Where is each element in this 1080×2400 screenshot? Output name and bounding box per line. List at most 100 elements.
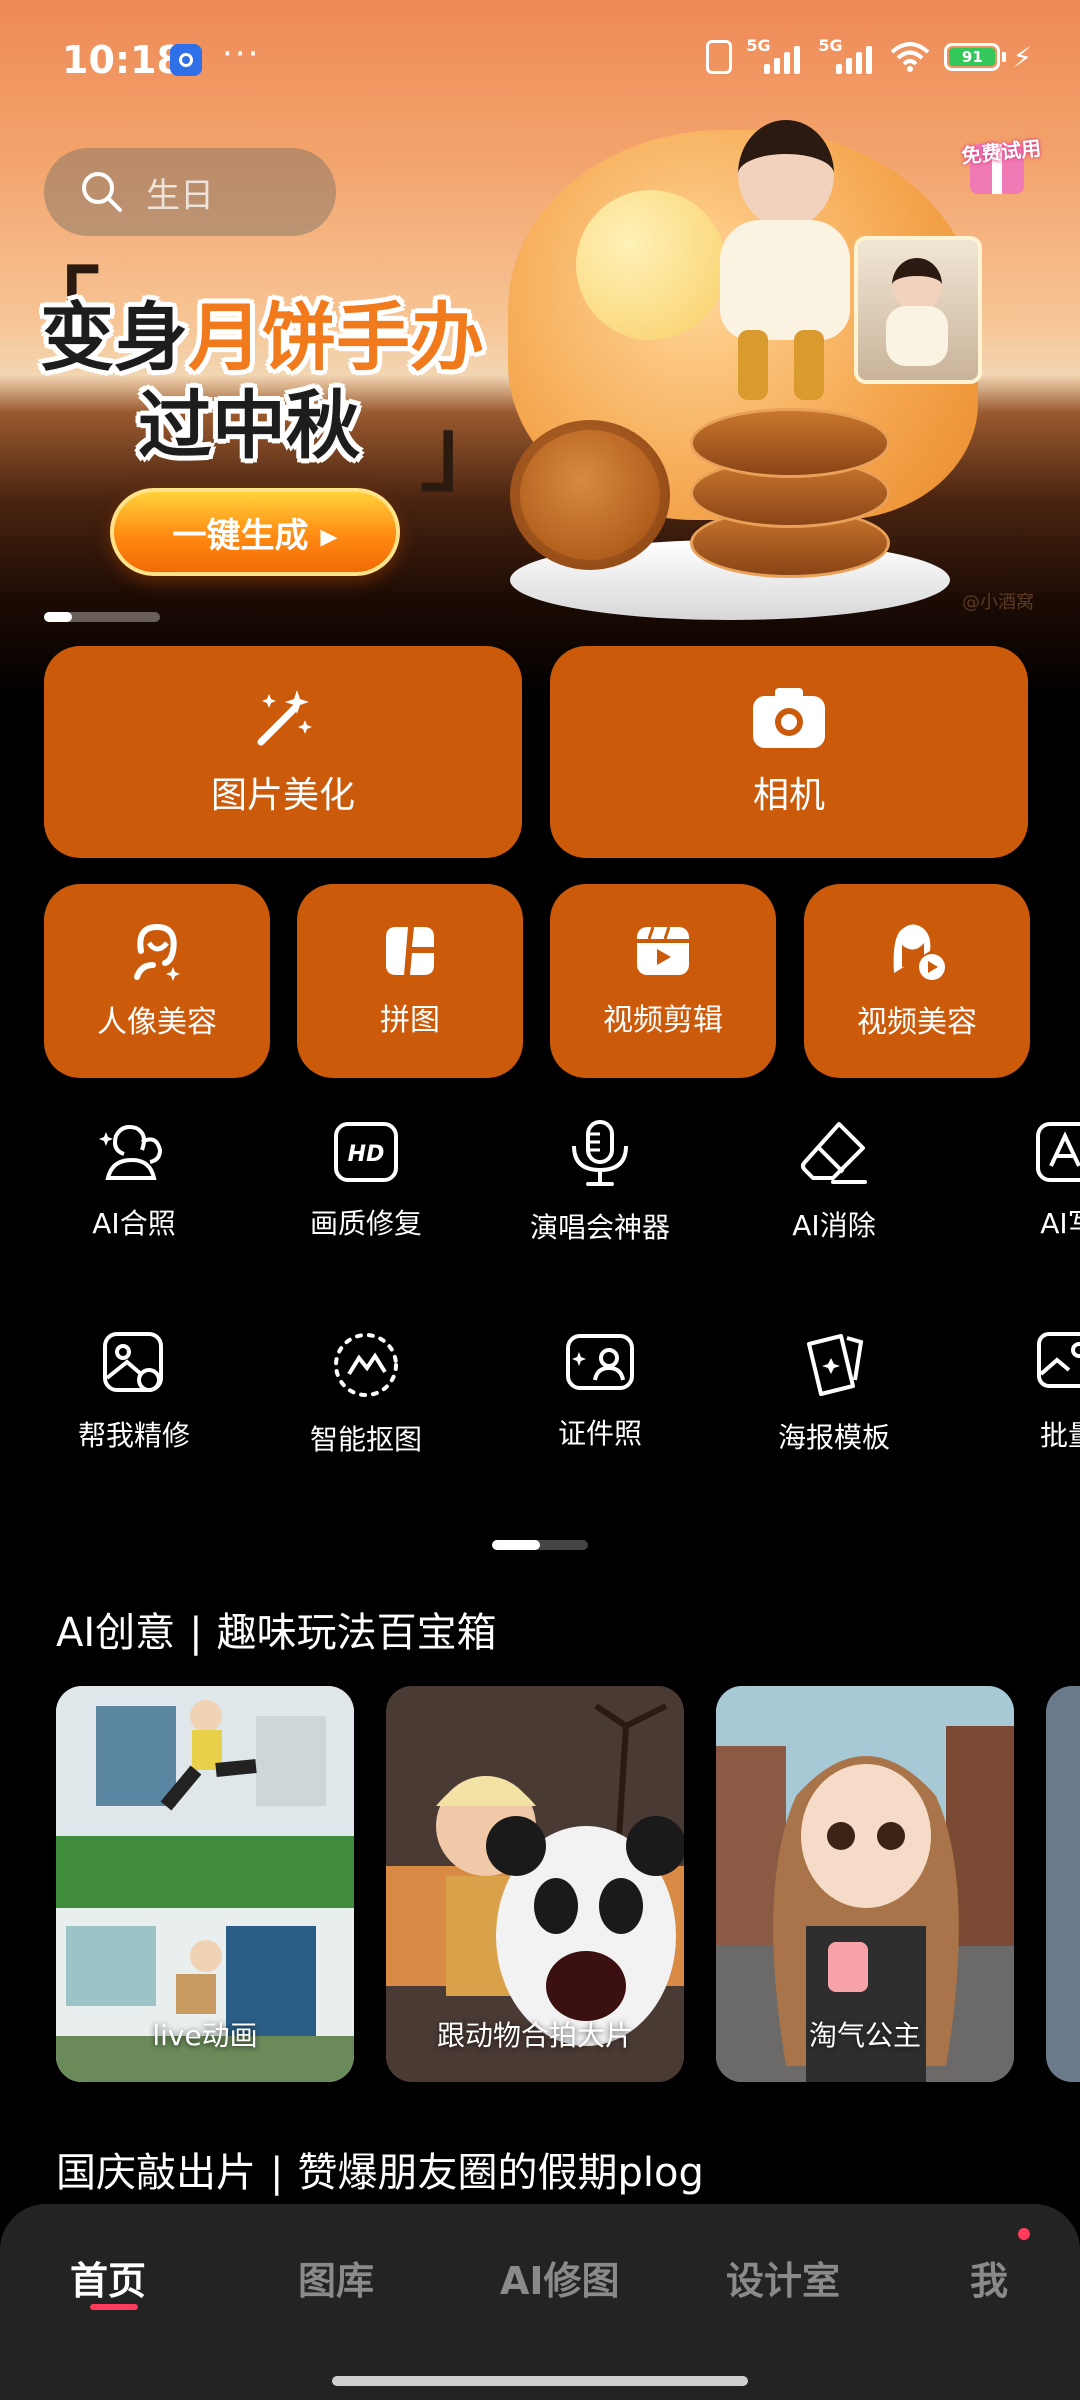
id-photo-label: 证件照 (557, 1417, 642, 1450)
mooncake-stack-decor (690, 378, 890, 578)
bottom-navigation: 首页 图库 AI修图 设计室 我 (0, 2204, 1080, 2400)
status-icons: 5G 5G 91 ⚡ (706, 36, 1032, 74)
search-placeholder: 生日 (146, 175, 214, 216)
photo-beautify-label: 图片美化 (210, 775, 355, 816)
wifi-icon (891, 42, 930, 72)
collage-label: 拼图 (380, 1003, 440, 1038)
retouch-button[interactable]: 帮我精修 (14, 1330, 254, 1500)
feature-grid: AI合照 HD 画质修复 演唱会神器 AI消除 AI 帮我精修 智能抠图 证件照… (0, 1120, 1080, 1500)
camera-button[interactable]: 相机 (550, 646, 1028, 858)
holiday-section-subtitle: 赞爆朋友圈的假期plog (297, 2150, 704, 2196)
id-photo-button[interactable]: 证件照 (480, 1330, 720, 1500)
video-beauty-button[interactable]: 视频美容 (804, 884, 1030, 1078)
search-bar[interactable]: 生日 (44, 148, 336, 236)
ai-card-caption: 淘气公主 (808, 2019, 921, 2052)
poster-template-label: 海报模板 (777, 1421, 890, 1454)
banner-image[interactable]: 免费试用 (490, 100, 1070, 630)
poster-icon (807, 1334, 864, 1396)
ai-group-photo-icon (99, 1125, 163, 1180)
charging-icon: ⚡ (1012, 40, 1032, 74)
id-photo-icon (566, 1334, 634, 1390)
ai-write-icon (1036, 1122, 1080, 1182)
retouch-icon (103, 1332, 163, 1392)
ai-section-title-main: AI创意 (56, 1610, 176, 1656)
portrait-icon (134, 923, 180, 981)
poster-template-button[interactable]: 海报模板 (714, 1330, 954, 1500)
camera-icon (753, 688, 825, 748)
camera-label: 相机 (752, 775, 825, 816)
battery-level: 91 (949, 48, 996, 66)
ai-section-subtitle: 趣味玩法百宝箱 (216, 1610, 497, 1656)
hd-icon: HD (334, 1122, 398, 1182)
generate-button[interactable]: 一键生成 ▸ (110, 488, 400, 576)
tab-active-indicator (90, 2304, 138, 2310)
more-notifications-icon: ··· (222, 34, 261, 74)
ai-card-naughty-princess[interactable]: 淘气公主 (716, 1686, 1014, 2082)
concert-tool-button[interactable]: 演唱会神器 (480, 1120, 720, 1290)
collage-button[interactable]: 拼图 (297, 884, 523, 1078)
tab-design-studio[interactable]: 设计室 (726, 2250, 840, 2305)
holiday-section-title-main: 国庆敲出片 (56, 2150, 256, 2196)
tab-me[interactable]: 我 (970, 2250, 1008, 2305)
tab-home[interactable]: 首页 (70, 2250, 146, 2305)
ai-write-label: AI写 (1040, 1207, 1080, 1240)
ai-section-separator: | (189, 1610, 203, 1656)
headline-line-2: 过中秋 (138, 383, 360, 469)
free-trial-badge[interactable]: 免费试用 (952, 114, 1042, 204)
free-trial-label: 免费试用 (960, 135, 1043, 169)
ai-section-title[interactable]: AI创意 | 趣味玩法百宝箱 (56, 1600, 497, 1658)
concert-tool-label: 演唱会神器 (529, 1211, 670, 1244)
ai-card-carousel[interactable]: live动画 跟动物合拍大片 淘气公主 (56, 1686, 1080, 2082)
grid-scroll-indicator (492, 1540, 588, 1550)
holiday-section-separator: | (270, 2150, 284, 2196)
ai-card-caption: live动画 (152, 2019, 258, 2052)
hd-repair-button[interactable]: HD 画质修复 (246, 1120, 486, 1290)
tab-gallery[interactable]: 图库 (298, 2250, 374, 2305)
banner-pager (44, 612, 160, 622)
ai-eraser-button[interactable]: AI消除 (714, 1120, 954, 1290)
collage-icon (386, 927, 434, 975)
search-icon (82, 172, 122, 212)
smart-cutout-label: 智能抠图 (309, 1423, 422, 1456)
photo-beautify-button[interactable]: 图片美化 (44, 646, 522, 858)
retouch-label: 帮我精修 (77, 1419, 190, 1452)
portrait-beauty-button[interactable]: 人像美容 (44, 884, 270, 1078)
vibrate-icon (706, 40, 733, 74)
eraser-icon (801, 1122, 867, 1184)
ai-write-button[interactable]: AI写 (948, 1120, 1080, 1290)
svg-text:HD: HD (348, 1142, 385, 1167)
portrait-beauty-label: 人像美容 (97, 1005, 217, 1040)
app-root: 10:18 ··· 5G 5G 91 ⚡ 生日 「 变身月饼手办 过中秋 」 一… (0, 0, 1080, 2400)
ai-card-next-peek[interactable] (1046, 1686, 1080, 2082)
magic-wand-icon (257, 690, 312, 746)
ai-card-caption: 跟动物合拍大片 (436, 2019, 633, 2052)
batch-icon (1037, 1332, 1080, 1388)
ai-card-animal-photo[interactable]: 跟动物合拍大片 (386, 1686, 684, 2082)
video-beauty-label: 视频美容 (857, 1005, 977, 1040)
ai-group-photo-label: AI合照 (92, 1207, 176, 1240)
banner-watermark: @小酒窝 (962, 592, 1034, 613)
me-notification-dot (1018, 2228, 1030, 2240)
ai-card-live-animation[interactable]: live动画 (56, 1686, 354, 2082)
holiday-section-title[interactable]: 国庆敲出片 | 赞爆朋友圈的假期plog (56, 2140, 704, 2198)
video-edit-button[interactable]: 视频剪辑 (550, 884, 776, 1078)
network-type-2: 5G (818, 36, 843, 55)
video-edit-icon (637, 926, 689, 975)
ai-group-photo-button[interactable]: AI合照 (14, 1120, 254, 1290)
figurine-girl-image (690, 120, 880, 400)
grid-scroll-thumb (492, 1540, 540, 1550)
microphone-icon (572, 1120, 628, 1186)
home-indicator[interactable] (332, 2376, 748, 2386)
status-time: 10:18 (62, 38, 183, 82)
batch-button[interactable]: 批量 (948, 1330, 1080, 1500)
signal-icon-1: 5G (746, 36, 804, 74)
tab-ai-retouch[interactable]: AI修图 (500, 2250, 620, 2305)
hd-repair-label: 画质修复 (309, 1207, 422, 1240)
mooncake-decor (510, 420, 670, 570)
smart-cutout-button[interactable]: 智能抠图 (246, 1330, 486, 1500)
banner-pager-active (44, 612, 72, 622)
batch-label: 批量 (1039, 1419, 1080, 1452)
network-type-1: 5G (746, 36, 771, 55)
video-beauty-icon (893, 924, 945, 980)
banner-headline[interactable]: 「 变身月饼手办 过中秋 」 (10, 248, 510, 504)
